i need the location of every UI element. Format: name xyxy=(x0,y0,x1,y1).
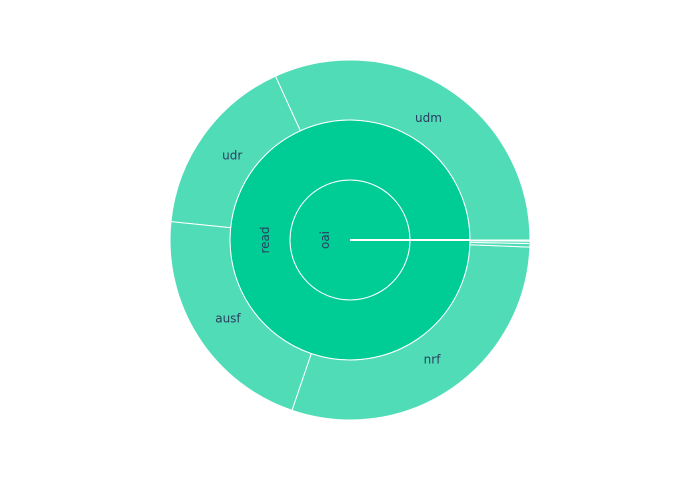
label-ausf: ausf xyxy=(215,311,241,325)
sunburst-chart: oai read udm udr ausf nrf xyxy=(0,0,700,500)
slice-tiny-6[interactable] xyxy=(469,239,531,242)
sunburst-svg: oai read udm udr ausf nrf xyxy=(169,59,531,421)
label-udm: udm xyxy=(415,111,442,125)
label-udr: udr xyxy=(222,148,242,162)
label-nrf: nrf xyxy=(424,353,442,367)
label-root: oai xyxy=(318,231,332,249)
label-read: read xyxy=(258,226,272,253)
